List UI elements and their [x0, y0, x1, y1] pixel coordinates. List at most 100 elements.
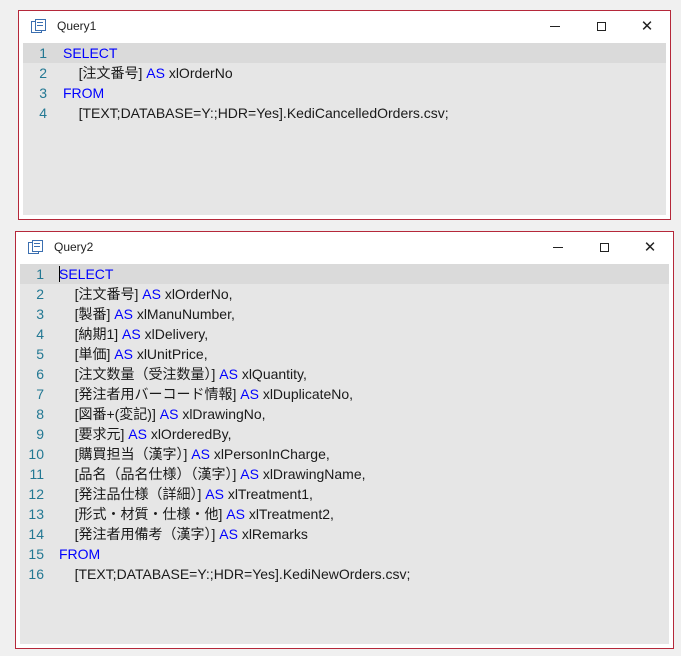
code-line[interactable]: 13 [形式・材質・仕様・他] AS xlTreatment2,	[20, 504, 669, 524]
code-text: [購買担当（漢字）] AS xlPersonInCharge,	[59, 444, 330, 464]
code-text: [納期1] AS xlDelivery,	[59, 324, 209, 344]
sql-token: xlUnitPrice,	[136, 346, 208, 362]
line-number: 3	[36, 306, 44, 322]
window-title: Query1	[57, 19, 97, 33]
code-text: [注文番号] AS xlOrderNo,	[59, 284, 233, 304]
line-number: 7	[36, 386, 44, 402]
query-icon	[30, 18, 46, 34]
maximize-button[interactable]	[578, 11, 624, 41]
sql-token: xlDrawingName,	[262, 466, 366, 482]
code-line[interactable]: 4 [納期1] AS xlDelivery,	[20, 324, 669, 344]
code-line[interactable]: 10 [購買担当（漢字）] AS xlPersonInCharge,	[20, 444, 669, 464]
close-button[interactable]: ✕	[627, 232, 673, 262]
sql-token: [発注者用備考（漢字）]	[74, 526, 216, 542]
code-line[interactable]: 12 [発注品仕様（詳細）] AS xlTreatment1,	[20, 484, 669, 504]
code-text: [品名（品名仕様）（漢字）] AS xlDrawingName,	[59, 464, 366, 484]
query-icon	[27, 239, 43, 255]
code-line[interactable]: 2 [注文番号] AS xlOrderNo	[23, 63, 666, 83]
line-number: 16	[28, 566, 44, 582]
code-line[interactable]: 2 [注文番号] AS xlOrderNo,	[20, 284, 669, 304]
maximize-button[interactable]	[581, 232, 627, 262]
code-line[interactable]: 9 [要求元] AS xlOrderedBy,	[20, 424, 669, 444]
code-text: [TEXT;DATABASE=Y:;HDR=Yes].KediNewOrders…	[59, 564, 411, 584]
sql-token: [注文番号]	[74, 286, 139, 302]
line-number: 13	[28, 506, 44, 522]
code-line[interactable]: 15 FROM	[20, 544, 669, 564]
code-text: FROM	[59, 544, 100, 564]
sql-token: [発注者用バーコード情報]	[74, 386, 237, 402]
sql-token: [要求元]	[74, 426, 125, 442]
code-line[interactable]: 14 [発注者用備考（漢字）] AS xlRemarks	[20, 524, 669, 544]
code-line[interactable]: 1 SELECT	[23, 43, 666, 63]
code-line[interactable]: 16 [TEXT;DATABASE=Y:;HDR=Yes].KediNewOrd…	[20, 564, 669, 584]
code-line[interactable]: 11 [品名（品名仕様）（漢字）] AS xlDrawingName,	[20, 464, 669, 484]
sql-token: [品名（品名仕様）（漢字）]	[74, 466, 237, 482]
sql-keyword: AS	[187, 446, 214, 462]
sql-editor[interactable]: 1 SELECT 2 [注文番号] AS xlOrderNo 3 FROM 4 [TEXT…	[23, 43, 666, 215]
code-text: [形式・材質・仕様・他] AS xlTreatment2,	[59, 504, 334, 524]
sql-keyword: SELECT	[63, 45, 118, 61]
sql-token: xlPersonInCharge,	[213, 446, 330, 462]
sql-editor[interactable]: 1 SELECT 2 [注文番号] AS xlOrderNo, 3 [製番] AS x…	[20, 264, 669, 644]
code-line[interactable]: 3 [製番] AS xlManuNumber,	[20, 304, 669, 324]
sql-token: [単価]	[74, 346, 111, 362]
line-number: 5	[36, 346, 44, 362]
sql-token: xlQuantity,	[241, 366, 307, 382]
sql-keyword: AS	[201, 486, 228, 502]
code-text: SELECT	[63, 43, 117, 63]
sql-keyword: AS	[215, 526, 242, 542]
code-line[interactable]: 4 [TEXT;DATABASE=Y:;HDR=Yes].KediCancell…	[23, 103, 666, 123]
code-text: [注文番号] AS xlOrderNo	[63, 63, 233, 83]
close-icon: ✕	[640, 18, 654, 35]
sql-keyword: AS	[236, 386, 263, 402]
code-text: [発注品仕様（詳細）] AS xlTreatment1,	[59, 484, 313, 504]
sql-keyword: SELECT	[59, 266, 114, 282]
sql-token: xlDelivery,	[144, 326, 209, 342]
sql-keyword: AS	[222, 506, 249, 522]
sql-keyword: AS	[110, 306, 137, 322]
query1-title-bar[interactable]: Query1 ✕	[19, 11, 670, 41]
code-line[interactable]: 3 FROM	[23, 83, 666, 103]
query2-window: Query2 ✕ 1 SELECT 2 [注文番号] AS xlOrderNo, 3 …	[15, 231, 674, 649]
sql-token: xlOrderNo,	[164, 286, 233, 302]
line-number: 15	[28, 546, 44, 562]
code-line[interactable]: 6 [注文数量（受注数量）] AS xlQuantity,	[20, 364, 669, 384]
minimize-button[interactable]	[535, 232, 581, 262]
minimize-button[interactable]	[532, 11, 578, 41]
sql-keyword: AS	[155, 406, 183, 422]
code-text: [TEXT;DATABASE=Y:;HDR=Yes].KediCancelled…	[63, 103, 449, 123]
line-number: 10	[28, 446, 44, 462]
sql-keyword: AS	[215, 366, 242, 382]
sql-token: [TEXT;DATABASE=Y:;HDR=Yes].KediNewOrders…	[74, 566, 411, 582]
line-number: 1	[36, 266, 44, 282]
code-line[interactable]: 1 SELECT	[20, 264, 669, 284]
maximize-icon	[596, 21, 606, 31]
sql-token: xlOrderNo	[168, 65, 233, 81]
code-line[interactable]: 5 [単価] AS xlUnitPrice,	[20, 344, 669, 364]
code-text: [発注者用バーコード情報] AS xlDuplicateNo,	[59, 384, 354, 404]
code-line[interactable]: 7 [発注者用バーコード情報] AS xlDuplicateNo,	[20, 384, 669, 404]
close-button[interactable]: ✕	[624, 11, 670, 41]
code-line[interactable]: 8 [図番+(変記)] AS xlDrawingNo,	[20, 404, 669, 424]
line-number: 8	[36, 406, 44, 422]
sql-keyword: AS	[142, 65, 169, 81]
sql-keyword: AS	[138, 286, 165, 302]
sql-token: [TEXT;DATABASE=Y:;HDR=Yes].KediCancelled…	[78, 105, 449, 121]
sql-token: [購買担当（漢字）]	[74, 446, 188, 462]
query2-title-bar[interactable]: Query2 ✕	[16, 232, 673, 262]
sql-keyword: AS	[124, 426, 151, 442]
sql-token: xlOrderedBy,	[150, 426, 232, 442]
sql-token: xlDrawingNo,	[182, 406, 266, 422]
line-number: 12	[28, 486, 44, 502]
line-number: 1	[39, 45, 47, 61]
